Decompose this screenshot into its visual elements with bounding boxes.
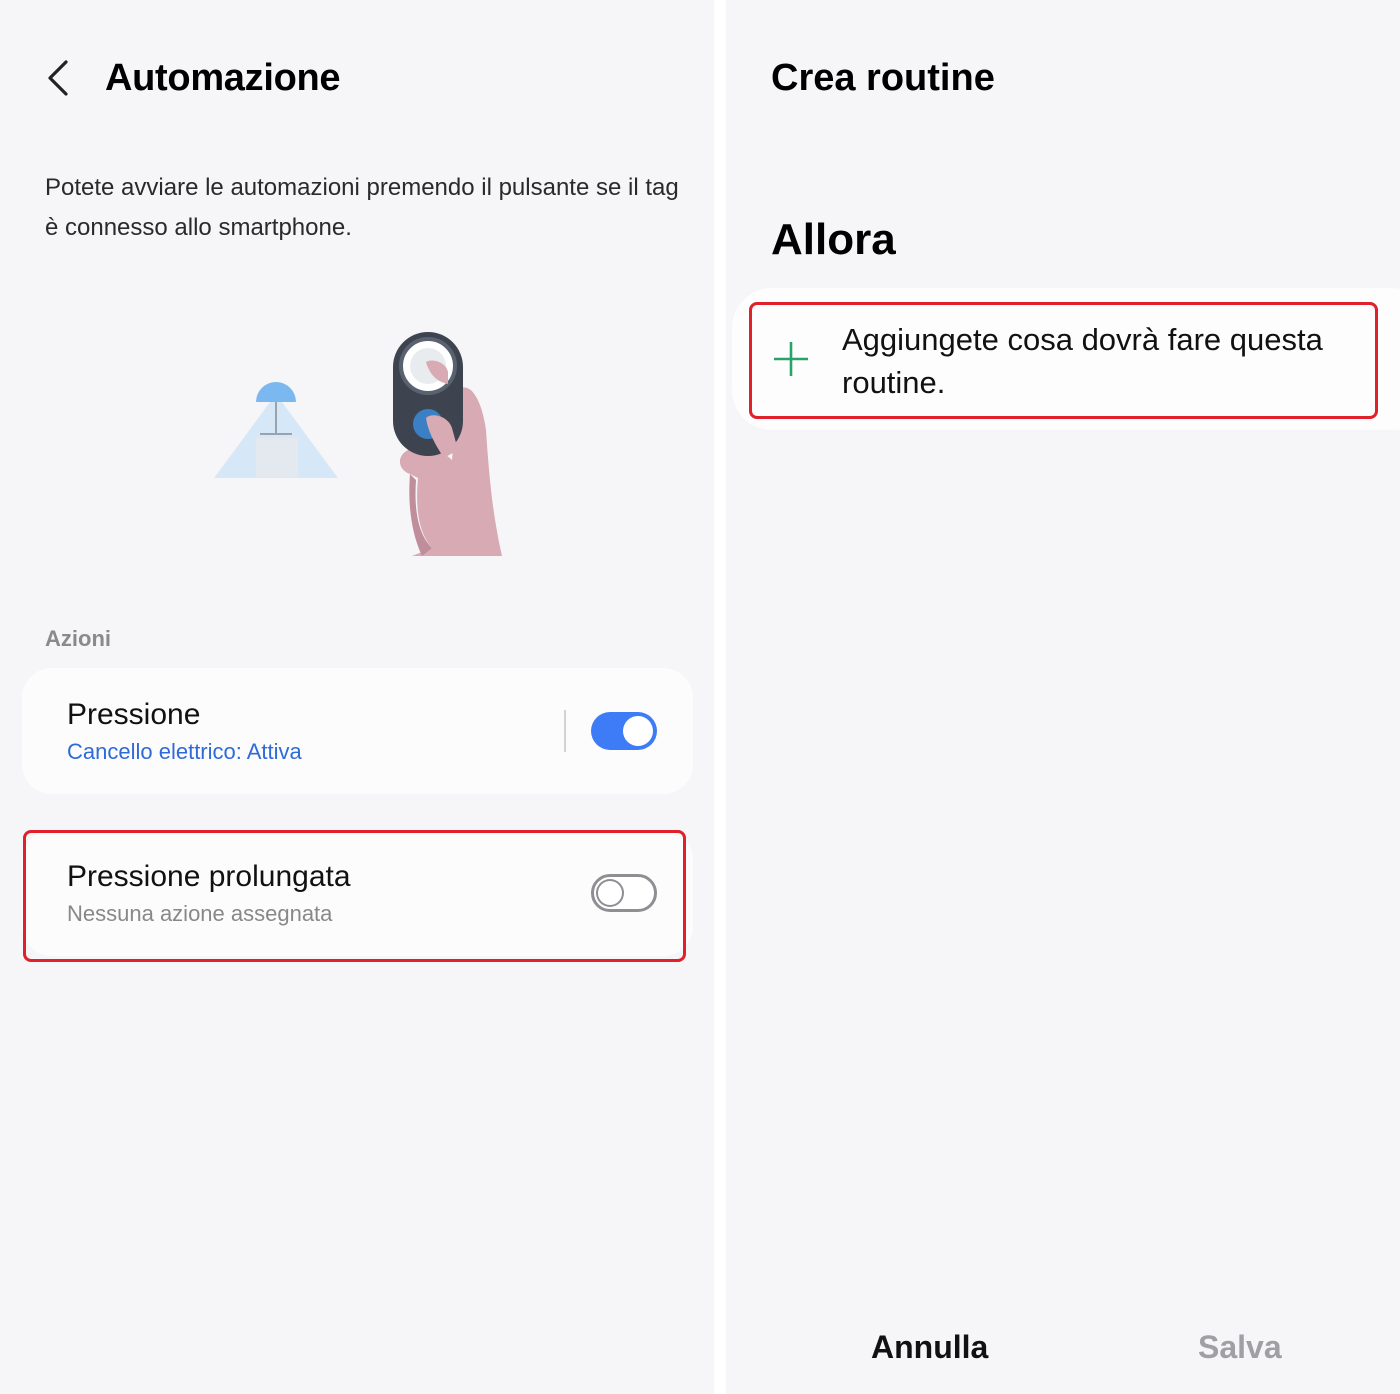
long-press-action-title: Pressione prolungata <box>67 860 351 893</box>
chevron-left-icon <box>48 60 68 96</box>
toggle-knob <box>623 716 653 746</box>
create-routine-screen: Crea routine Allora Aggiungete cosa dovr… <box>726 0 1400 1394</box>
plus-icon <box>774 342 808 376</box>
then-section-heading: Allora <box>771 215 896 264</box>
long-press-action-item[interactable]: Pressione prolungata Nessuna azione asse… <box>22 830 693 956</box>
press-action-item[interactable]: Pressione Cancello elettrico: Attiva <box>22 668 693 794</box>
tag-automation-illustration <box>200 320 520 570</box>
cancel-button[interactable]: Annulla <box>871 1326 988 1368</box>
page-title: Crea routine <box>771 57 995 99</box>
divider <box>564 710 566 752</box>
long-press-action-toggle[interactable] <box>591 874 657 912</box>
save-button[interactable]: Salva <box>1198 1326 1282 1368</box>
page-title: Automazione <box>105 57 341 99</box>
press-action-toggle[interactable] <box>591 712 657 750</box>
press-action-subtitle: Cancello elettrico: Attiva <box>67 739 302 764</box>
long-press-action-subtitle: Nessuna azione assegnata <box>67 901 333 926</box>
description-text: Potete avviare le automazioni premendo i… <box>45 174 679 241</box>
back-button[interactable] <box>40 56 80 100</box>
section-label-actions: Azioni <box>45 626 111 651</box>
add-action-label: Aggiungete cosa dovrà fare questa routin… <box>842 322 1323 400</box>
press-action-title: Pressione <box>67 698 201 731</box>
toggle-knob <box>596 879 624 907</box>
automation-screen: Automazione Potete avviare le automazion… <box>0 0 714 1394</box>
add-action-button[interactable]: Aggiungete cosa dovrà fare questa routin… <box>732 288 1400 430</box>
